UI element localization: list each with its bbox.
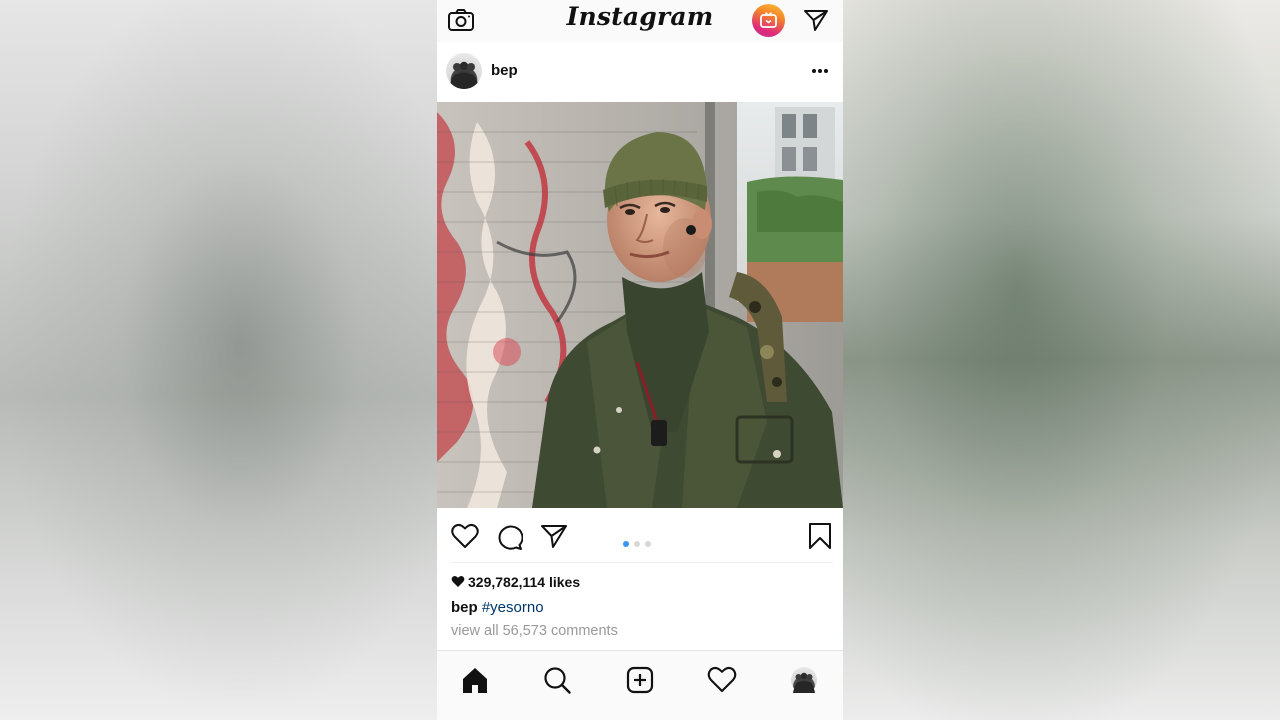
- igtv-icon[interactable]: [752, 4, 785, 37]
- search-icon[interactable]: [542, 665, 572, 695]
- bottom-nav: [437, 650, 843, 720]
- carousel-dot: [645, 541, 651, 547]
- post-actions: [437, 508, 843, 564]
- small-heart-icon: [451, 575, 465, 587]
- post-username[interactable]: bep: [491, 62, 518, 79]
- bookmark-icon[interactable]: [808, 522, 832, 550]
- more-options-icon[interactable]: [810, 68, 830, 74]
- blurred-background-right: [843, 0, 1280, 720]
- heart-icon[interactable]: [451, 523, 479, 549]
- carousel-indicator: [623, 534, 656, 547]
- likes-text: 329,782,114 likes: [468, 574, 581, 590]
- post-photo[interactable]: [437, 102, 843, 508]
- caption-hashtag[interactable]: #yesorno: [482, 599, 544, 616]
- caption-username[interactable]: bep: [451, 599, 478, 616]
- carousel-dot-active: [623, 541, 629, 547]
- divider: [451, 562, 833, 563]
- add-post-icon[interactable]: [625, 665, 655, 695]
- profile-avatar[interactable]: [791, 667, 817, 693]
- top-bar: Instagram: [437, 0, 843, 42]
- direct-message-icon[interactable]: [803, 8, 829, 32]
- home-icon[interactable]: [460, 665, 490, 695]
- activity-heart-icon[interactable]: [707, 665, 737, 695]
- blurred-background-left: [0, 0, 437, 720]
- avatar[interactable]: [446, 53, 482, 89]
- likes-count[interactable]: 329,782,114 likes: [451, 574, 580, 590]
- post-caption: bep #yesorno: [451, 599, 544, 616]
- comment-icon[interactable]: [495, 523, 523, 551]
- carousel-dot: [634, 541, 640, 547]
- view-comments-link[interactable]: view all 56,573 comments: [451, 623, 618, 639]
- post-header: bep: [437, 42, 843, 102]
- phone-screen: Instagram bep 329,782,114 likes bep #yes…: [437, 0, 843, 720]
- share-icon[interactable]: [540, 523, 568, 549]
